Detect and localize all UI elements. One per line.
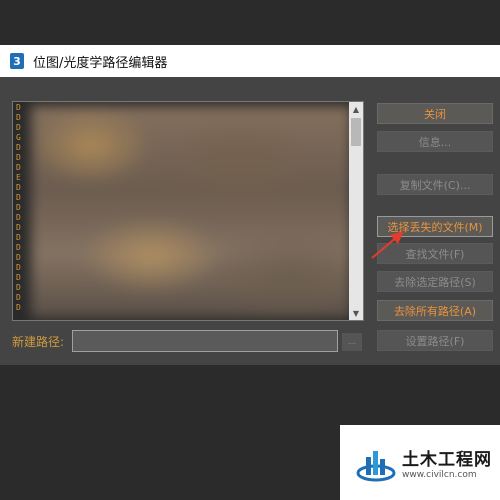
watermark-logo: 土木工程网 www.civilcn.com — [340, 425, 500, 500]
watermark-name: 土木工程网 — [402, 450, 492, 470]
watermark-url: www.civilcn.com — [402, 470, 477, 480]
civilcn-logo-icon — [356, 450, 396, 481]
